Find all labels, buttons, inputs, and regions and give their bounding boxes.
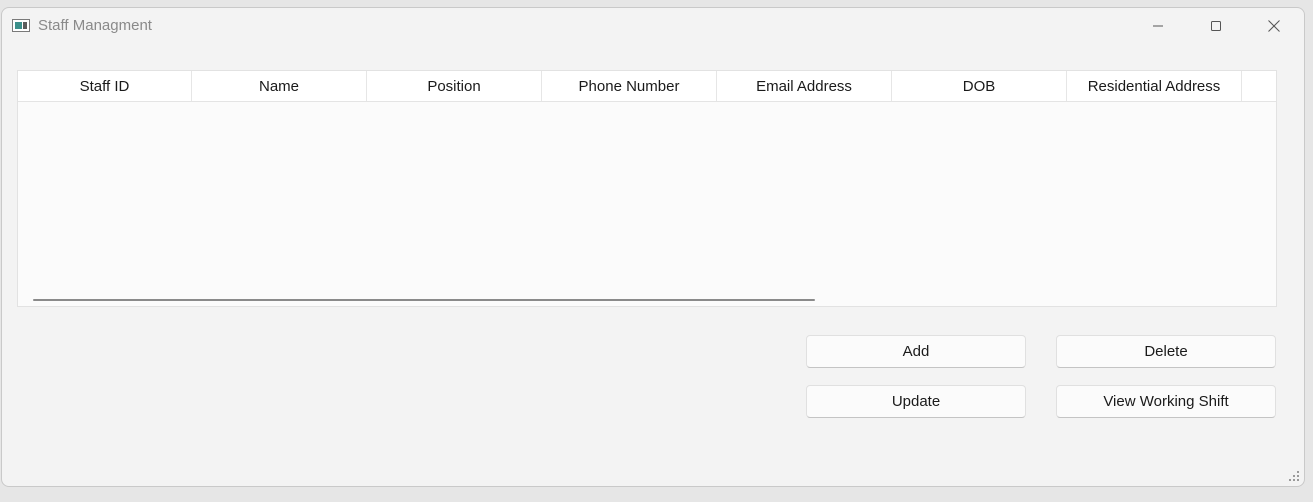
minimize-icon — [1153, 25, 1163, 27]
window-title: Staff Managment — [38, 17, 152, 34]
column-header-position[interactable]: Position — [367, 71, 542, 101]
table-header-row: Staff ID Name Position Phone Number Emai… — [18, 71, 1242, 102]
column-header-phone-number[interactable]: Phone Number — [542, 71, 717, 101]
column-header-staff-id[interactable]: Staff ID — [18, 71, 192, 101]
view-working-shift-button[interactable]: View Working Shift — [1056, 385, 1276, 418]
title-bar[interactable]: Staff Managment — [2, 8, 1304, 44]
table-header-filler — [1242, 71, 1276, 102]
column-header-name[interactable]: Name — [192, 71, 367, 101]
maximize-button[interactable] — [1187, 8, 1245, 44]
close-button[interactable] — [1245, 8, 1303, 44]
resize-grip-icon[interactable] — [1288, 470, 1300, 482]
staff-table[interactable]: Staff ID Name Position Phone Number Emai… — [17, 70, 1277, 307]
column-header-dob[interactable]: DOB — [892, 71, 1067, 101]
app-window-icon — [12, 19, 30, 32]
staff-management-window: Staff Managment Staff ID Name Position P… — [1, 7, 1305, 487]
column-header-residential-address[interactable]: Residential Address — [1067, 71, 1242, 101]
column-header-email-address[interactable]: Email Address — [717, 71, 892, 101]
minimize-button[interactable] — [1129, 8, 1187, 44]
delete-button[interactable]: Delete — [1056, 335, 1276, 368]
horizontal-scrollbar[interactable] — [33, 299, 815, 301]
close-icon — [1268, 20, 1280, 32]
maximize-icon — [1211, 21, 1221, 31]
add-button[interactable]: Add — [806, 335, 1026, 368]
update-button[interactable]: Update — [806, 385, 1026, 418]
